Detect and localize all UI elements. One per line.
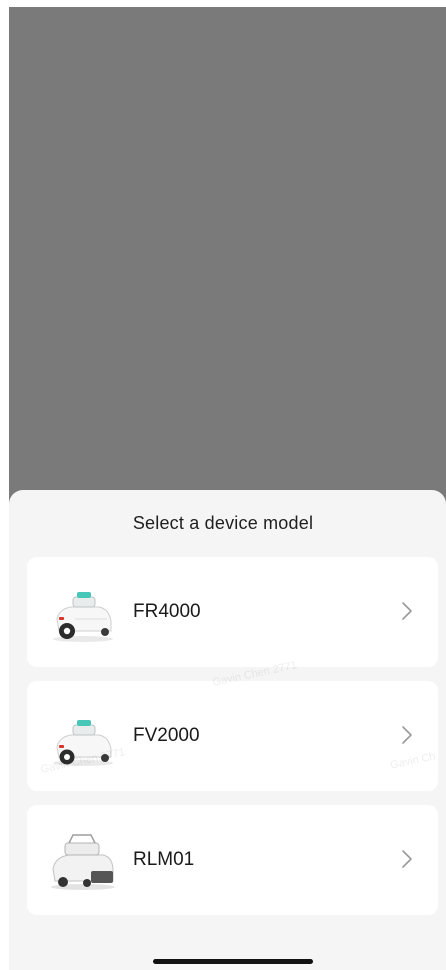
chevron-right-icon — [402, 850, 412, 868]
chevron-right-icon — [402, 726, 412, 744]
device-card-rlm01[interactable]: RLM01 — [27, 805, 438, 915]
device-name: FV2000 — [133, 725, 200, 746]
robot-mower-icon — [53, 720, 113, 766]
device-name: RLM01 — [133, 849, 195, 870]
device-name: FR4000 — [133, 601, 201, 622]
sheet-title: Select a device model — [132, 513, 314, 533]
device-card-fr4000[interactable]: FR4000 — [27, 557, 438, 667]
screen: Select a device model FR4000 FV2000 RLM0… — [0, 0, 446, 970]
robot-mower-icon — [53, 592, 113, 642]
robot-mower-icon — [51, 834, 115, 890]
device-card-fv2000[interactable]: FV2000 — [27, 681, 438, 791]
home-indicator — [153, 959, 313, 964]
chevron-right-icon — [402, 602, 412, 620]
